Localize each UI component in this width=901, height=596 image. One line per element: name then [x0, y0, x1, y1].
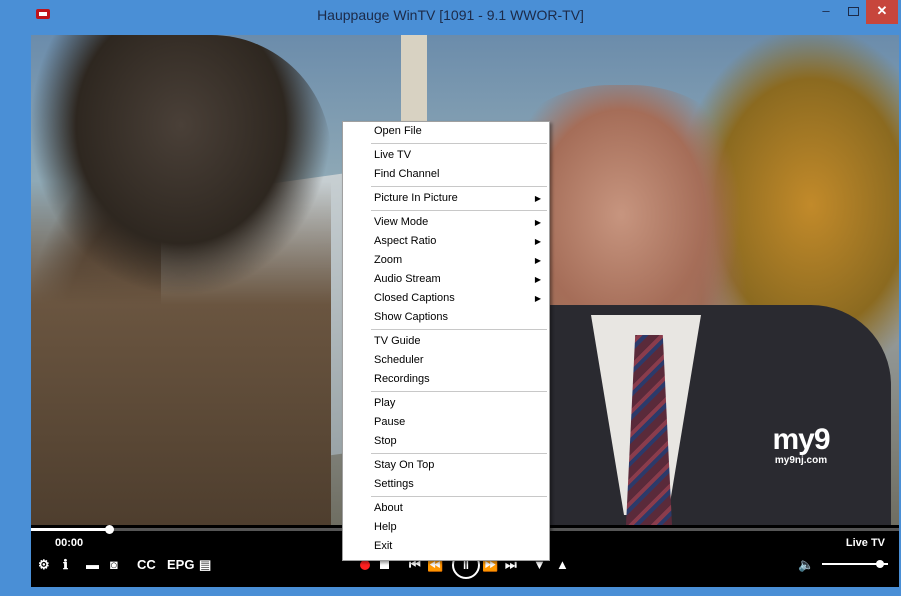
info-icon[interactable]: ℹ [63, 557, 68, 573]
menu-item-open-file[interactable]: Open File [343, 122, 549, 141]
volume-slider[interactable] [822, 560, 888, 568]
title-bar[interactable]: Hauppauge WinTV [1091 - 9.1 WWOR-TV] – ✕ [0, 0, 901, 30]
menu-item-closed-captions[interactable]: Closed Captions ▶ [343, 289, 549, 308]
menu-item-label: Aspect Ratio [374, 235, 437, 247]
menu-item-label: About [374, 502, 403, 514]
menu-item-play[interactable]: Play [343, 394, 549, 413]
submenu-arrow-icon: ▶ [534, 256, 541, 265]
submenu-arrow-icon: ▶ [534, 237, 541, 246]
menu-item-find-channel[interactable]: Find Channel [343, 165, 549, 184]
menu-item-live-tv[interactable]: Live TV [343, 146, 549, 165]
close-button[interactable]: ✕ [866, 0, 898, 24]
menu-item-label: View Mode [374, 216, 429, 228]
menu-item-label: Show Captions [374, 311, 448, 323]
menu-separator [371, 496, 547, 497]
submenu-arrow-icon: ▶ [534, 194, 541, 203]
menu-item-label: TV Guide [374, 335, 421, 347]
menu-separator [371, 391, 547, 392]
menu-item-label: Audio Stream [374, 273, 441, 285]
menu-item-tv-guide[interactable]: TV Guide [343, 332, 549, 351]
menu-item-label: Exit [374, 540, 393, 552]
seek-bar-handle[interactable] [105, 525, 115, 534]
menu-item-recordings[interactable]: Recordings [343, 370, 549, 389]
menu-item-label: Open File [374, 125, 422, 137]
gear-icon[interactable]: ⚙ [38, 557, 50, 573]
channel-up-icon[interactable]: ▲ [556, 557, 569, 573]
menu-item-exit[interactable]: Exit [343, 537, 549, 556]
menu-item-label: Stop [374, 435, 397, 447]
stop-button[interactable] [380, 560, 389, 569]
menu-item-settings[interactable]: Settings [343, 475, 549, 494]
menu-item-scheduler[interactable]: Scheduler [343, 351, 549, 370]
volume-handle[interactable] [876, 560, 885, 568]
menu-item-label: Picture In Picture [374, 192, 458, 204]
menu-item-about[interactable]: About [343, 499, 549, 518]
folder-icon[interactable]: ▬ [86, 557, 99, 573]
menu-item-label: Scheduler [374, 354, 424, 366]
menu-item-label: Find Channel [374, 168, 440, 180]
menu-separator [371, 453, 547, 454]
menu-separator [371, 210, 547, 211]
menu-item-label: Pause [374, 416, 406, 428]
menu-separator [371, 329, 547, 330]
menu-item-help[interactable]: Help [343, 518, 549, 537]
menu-item-view-mode[interactable]: View Mode ▶ [343, 213, 549, 232]
menu-item-label: Stay On Top [374, 459, 435, 471]
menu-separator [371, 143, 547, 144]
menu-separator [371, 186, 547, 187]
time-display: 00:00 [55, 537, 84, 549]
menu-item-label: Help [374, 521, 397, 533]
submenu-arrow-icon: ▶ [534, 294, 541, 303]
menu-item-stay-on-top[interactable]: Stay On Top [343, 456, 549, 475]
seek-bar-fill [31, 528, 110, 531]
submenu-arrow-icon: ▶ [534, 218, 541, 227]
channel-watermark: my9 my9nj.com [751, 423, 851, 467]
minimize-button[interactable]: – [813, 0, 839, 24]
context-menu: Open File Live TV Find Channel Picture In P… [342, 121, 550, 561]
menu-item-picture-in-picture[interactable]: Picture In Picture ▶ [343, 189, 549, 208]
watermark-logo: my9 [772, 423, 830, 456]
menu-item-stop[interactable]: Stop [343, 432, 549, 451]
menu-item-aspect-ratio[interactable]: Aspect Ratio ▶ [343, 232, 549, 251]
menu-item-audio-stream[interactable]: Audio Stream ▶ [343, 270, 549, 289]
maximize-icon [847, 7, 859, 16]
app-window: Hauppauge WinTV [1091 - 9.1 WWOR-TV] – ✕… [0, 0, 901, 596]
video-person-left [31, 35, 331, 525]
maximize-button[interactable] [840, 0, 866, 24]
epg-button[interactable]: EPG [167, 557, 194, 573]
document-icon[interactable]: ▤ [199, 557, 211, 573]
menu-item-label: Closed Captions [374, 292, 455, 304]
menu-item-pause[interactable]: Pause [343, 413, 549, 432]
record-button[interactable] [360, 560, 370, 570]
menu-item-label: Recordings [374, 373, 430, 385]
menu-item-label: Play [374, 397, 396, 409]
volume-icon[interactable]: 🔈 [798, 557, 814, 573]
submenu-arrow-icon: ▶ [534, 275, 541, 284]
menu-item-label: Settings [374, 478, 414, 490]
cc-button[interactable]: CC [137, 557, 156, 573]
menu-item-show-captions[interactable]: Show Captions [343, 308, 549, 327]
window-title: Hauppauge WinTV [1091 - 9.1 WWOR-TV] [317, 7, 584, 23]
menu-item-label: Zoom [374, 254, 403, 266]
camera-icon[interactable]: ◙ [110, 557, 118, 573]
live-tv-label[interactable]: Live TV [846, 537, 885, 549]
menu-item-label: Live TV [374, 149, 412, 161]
watermark-url: my9nj.com [774, 455, 828, 466]
menu-item-zoom[interactable]: Zoom ▶ [343, 251, 549, 270]
